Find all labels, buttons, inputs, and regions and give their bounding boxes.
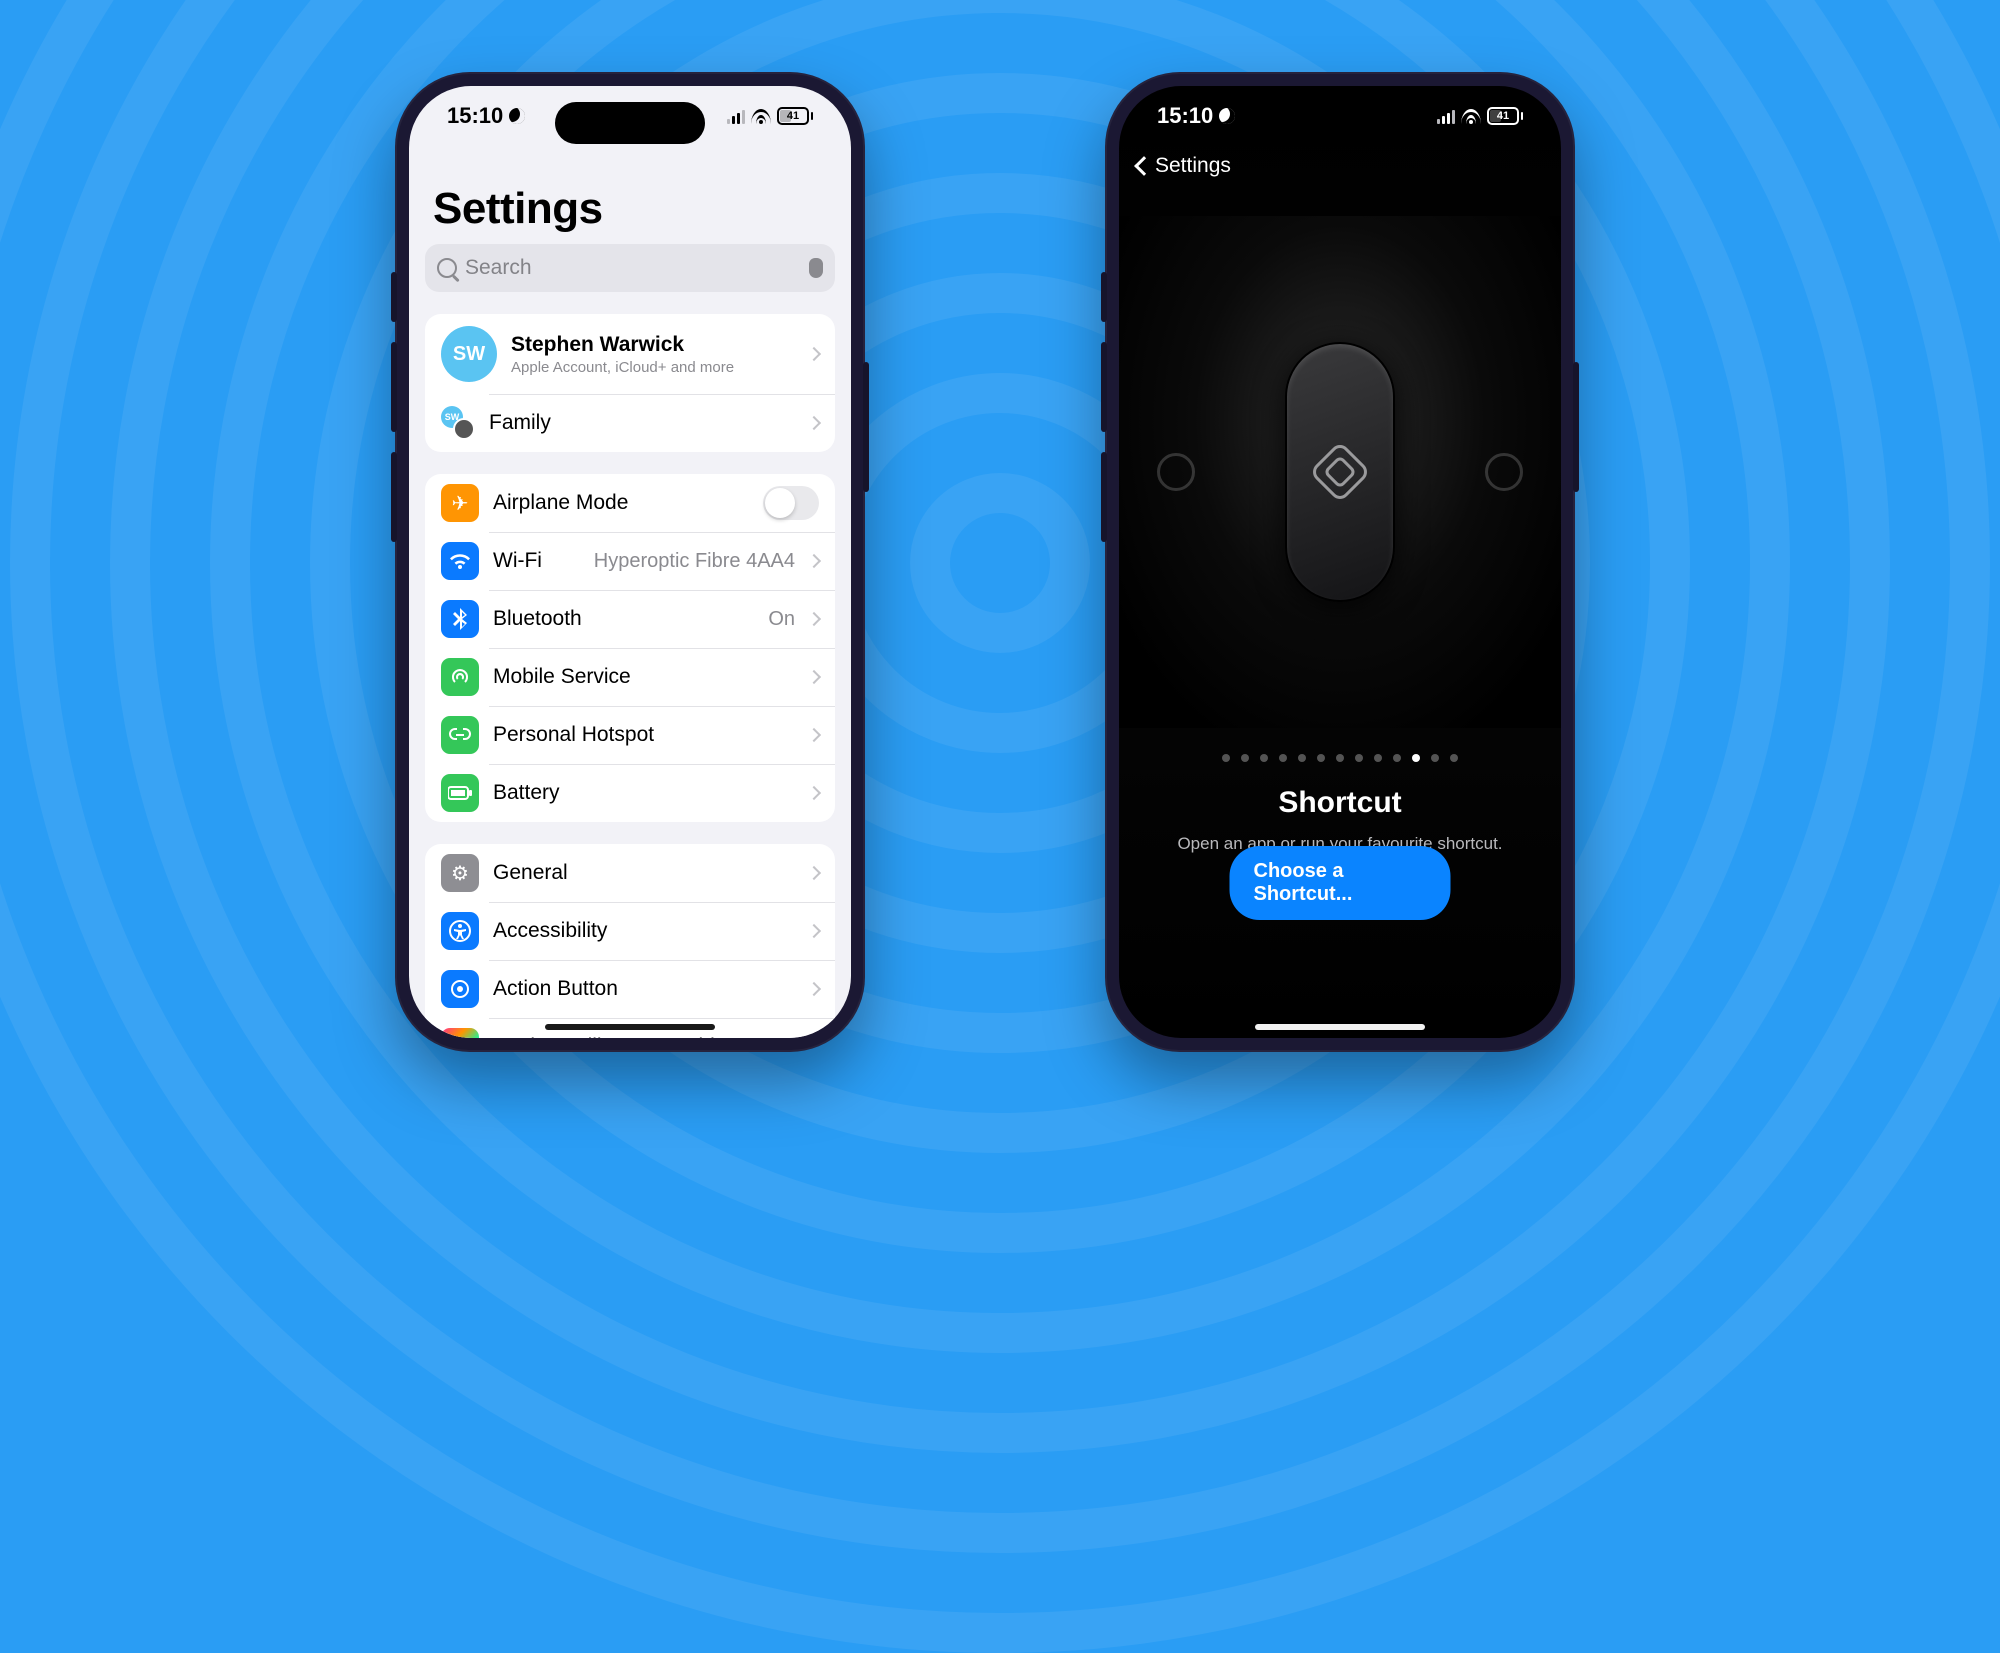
- battery-settings-icon: [441, 774, 479, 812]
- chevron-right-icon: [807, 924, 821, 938]
- action-button-row[interactable]: Action Button: [425, 960, 835, 1018]
- profile-sub: Apple Account, iCloud+ and more: [511, 359, 795, 376]
- settings-screen: 15:10 41 Settings Search: [409, 86, 851, 1038]
- search-icon: [437, 258, 457, 278]
- chevron-right-icon: [807, 728, 821, 742]
- back-button[interactable]: Settings: [1119, 150, 1561, 182]
- chevron-right-icon: [807, 866, 821, 880]
- background-rings: [0, 0, 2000, 1125]
- accessibility-row[interactable]: Accessibility: [425, 902, 835, 960]
- wifi-network-name: Hyperoptic Fibre 4AA4: [594, 550, 795, 573]
- next-option-icon: [1477, 445, 1531, 499]
- search-placeholder: Search: [465, 256, 801, 280]
- airplane-toggle[interactable]: [763, 486, 819, 520]
- bluetooth-status: On: [768, 608, 795, 631]
- phone-left: 15:10 41 Settings Search: [395, 72, 865, 1052]
- wifi-settings-icon: [441, 542, 479, 580]
- airplane-icon: ✈: [441, 484, 479, 522]
- family-avatars: SW: [441, 406, 475, 440]
- hotspot-icon: [441, 716, 479, 754]
- family-row[interactable]: SW Family: [425, 394, 835, 452]
- chevron-left-icon: [1134, 156, 1154, 176]
- profile-name: Stephen Warwick: [511, 333, 795, 357]
- battery-icon: 41: [1487, 107, 1523, 125]
- prev-option-icon: [1149, 445, 1203, 499]
- wifi-row[interactable]: Wi-Fi Hyperoptic Fibre 4AA4: [425, 532, 835, 590]
- chevron-right-icon: [807, 982, 821, 996]
- cellular-icon: [441, 658, 479, 696]
- option-title: Shortcut: [1119, 786, 1561, 820]
- dynamic-island: [555, 102, 705, 144]
- airplane-mode-row[interactable]: ✈ Airplane Mode: [425, 474, 835, 532]
- page-title: Settings: [433, 184, 827, 234]
- search-input[interactable]: Search: [425, 244, 835, 292]
- general-row[interactable]: ⚙ General: [425, 844, 835, 902]
- action-button-visual: [1285, 342, 1395, 602]
- focus-moon-icon: [509, 108, 525, 124]
- home-indicator[interactable]: [1255, 1024, 1425, 1030]
- phone-right: 15:10 41 Settings: [1105, 72, 1575, 1052]
- status-time: 15:10: [1157, 103, 1213, 129]
- cellular-signal-icon: [727, 108, 745, 124]
- mobile-service-row[interactable]: Mobile Service: [425, 648, 835, 706]
- apple-intelligence-icon: ✦: [441, 1028, 479, 1038]
- dynamic-island: [1265, 102, 1415, 144]
- gear-icon: ⚙: [441, 854, 479, 892]
- battery-row[interactable]: Battery: [425, 764, 835, 822]
- avatar: SW: [441, 326, 497, 382]
- action-button-preview[interactable]: [1119, 216, 1561, 728]
- action-button-screen: 15:10 41 Settings: [1119, 86, 1561, 1038]
- status-time: 15:10: [447, 103, 503, 129]
- shortcut-icon: [1309, 441, 1371, 503]
- chevron-right-icon: [807, 786, 821, 800]
- hotspot-row[interactable]: Personal Hotspot: [425, 706, 835, 764]
- accessibility-icon: [441, 912, 479, 950]
- home-indicator[interactable]: [545, 1024, 715, 1030]
- connectivity-group: ✈ Airplane Mode Wi-Fi Hyperoptic Fibre 4…: [425, 474, 835, 822]
- cellular-signal-icon: [1437, 108, 1455, 124]
- action-button-icon: [441, 970, 479, 1008]
- general-group: ⚙ General Accessibility Action Button: [425, 844, 835, 1038]
- wifi-icon: [1461, 108, 1481, 124]
- chevron-right-icon: [807, 670, 821, 684]
- apple-account-row[interactable]: SW Stephen Warwick Apple Account, iCloud…: [425, 314, 835, 394]
- focus-moon-icon: [1219, 108, 1235, 124]
- chevron-right-icon: [807, 347, 821, 361]
- account-group: SW Stephen Warwick Apple Account, iCloud…: [425, 314, 835, 452]
- wifi-icon: [751, 108, 771, 124]
- dictation-icon[interactable]: [809, 258, 823, 278]
- chevron-right-icon: [807, 612, 821, 626]
- chevron-right-icon: [807, 554, 821, 568]
- bluetooth-row[interactable]: Bluetooth On: [425, 590, 835, 648]
- choose-shortcut-button[interactable]: Choose a Shortcut...: [1230, 846, 1451, 920]
- chevron-right-icon: [807, 416, 821, 430]
- battery-icon: 41: [777, 107, 813, 125]
- page-indicator[interactable]: [1119, 754, 1561, 762]
- bluetooth-icon: [441, 600, 479, 638]
